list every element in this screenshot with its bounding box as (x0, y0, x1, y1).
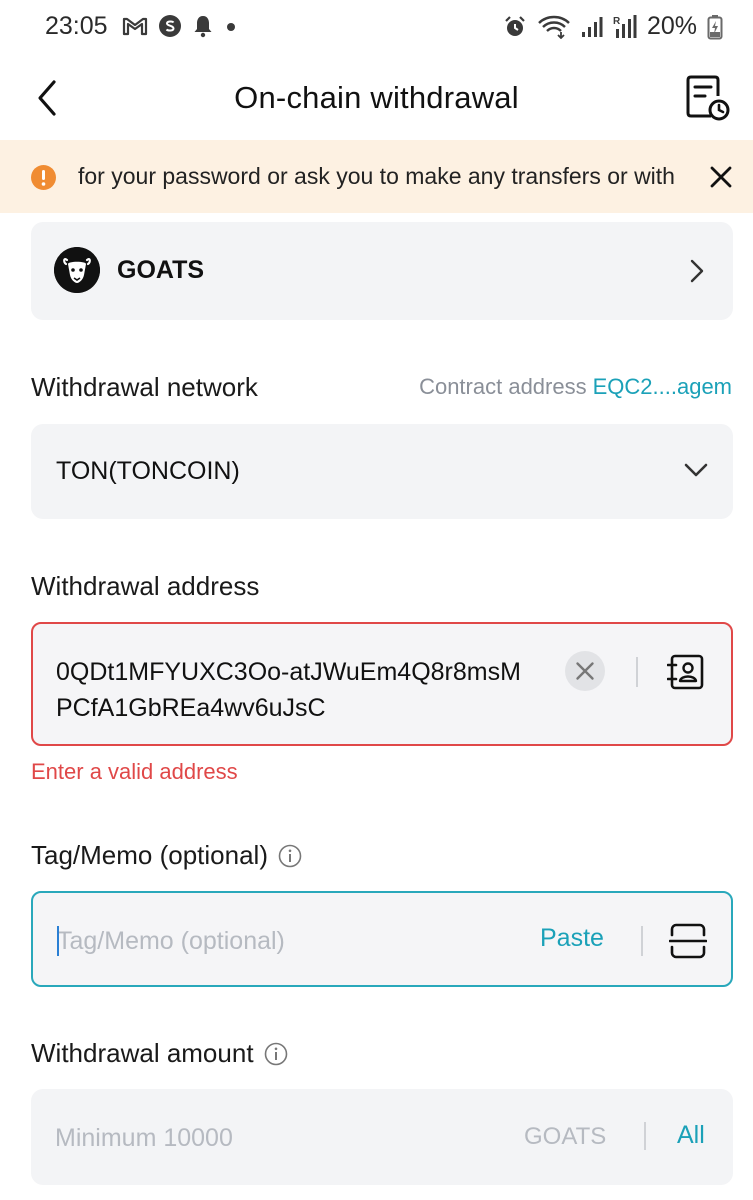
notification-bell-icon (194, 16, 212, 38)
address-divider (636, 657, 638, 687)
clear-address-button[interactable] (565, 651, 605, 691)
status-time: 23:05 (45, 12, 108, 40)
withdrawal-amount-field[interactable]: GOATS All (31, 1089, 733, 1185)
dot-icon (227, 23, 235, 31)
amount-unit: GOATS (524, 1123, 607, 1150)
status-right-icons: R 20% (503, 12, 723, 41)
contract-address: Contract address EQC2....agem (419, 374, 732, 400)
contract-address-link[interactable]: EQC2....agem (593, 374, 732, 399)
goat-logo-icon (54, 247, 100, 293)
info-icon[interactable] (264, 1042, 288, 1066)
text-cursor (57, 926, 59, 956)
status-left-icons (122, 14, 238, 38)
document-history-icon (686, 75, 730, 121)
network-select[interactable]: TON(TONCOIN) (31, 424, 733, 519)
chevron-down-icon (684, 463, 708, 477)
chevron-right-icon (690, 259, 704, 283)
address-book-button[interactable] (666, 652, 707, 692)
tag-memo-label-row: Tag/Memo (optional) (31, 840, 302, 871)
banner-text: for your password or ask you to make any… (78, 163, 675, 189)
tag-memo-field[interactable]: Paste (31, 891, 733, 987)
security-warning-banner: for your password or ask you to make any… (0, 140, 753, 213)
withdrawal-amount-label: Withdrawal amount (31, 1038, 254, 1068)
coin-selector[interactable]: GOATS (31, 222, 733, 320)
s-app-icon (159, 15, 181, 37)
network-selected-value: TON(TONCOIN) (56, 457, 240, 485)
close-icon (710, 166, 732, 188)
battery-percent: 20% (646, 12, 697, 40)
coin-name: GOATS (117, 256, 205, 284)
info-icon[interactable] (278, 844, 302, 868)
warning-icon (31, 165, 56, 190)
tag-memo-input[interactable] (57, 923, 497, 959)
banner-close-button[interactable] (707, 163, 735, 191)
scan-button[interactable] (668, 922, 708, 960)
svg-text:R: R (613, 16, 621, 27)
withdrawal-amount-label-row: Withdrawal amount (31, 1038, 288, 1069)
address-error-message: Enter a valid address (31, 759, 238, 784)
withdrawal-address-value[interactable]: 0QDt1MFYUXC3Oo-atJWuEm4Q8r8msMPCfA1GbREa… (56, 654, 536, 726)
withdrawal-amount-input[interactable] (55, 1120, 475, 1156)
amount-divider (644, 1122, 646, 1150)
withdrawal-history-button[interactable] (683, 72, 731, 122)
battery-charging-icon (707, 14, 723, 39)
paste-button[interactable]: Paste (540, 924, 604, 953)
withdrawal-network-label: Withdrawal network (31, 372, 258, 402)
clear-icon (576, 662, 594, 680)
tag-divider (641, 926, 643, 956)
app-header: On-chain withdrawal (0, 58, 753, 140)
signal-roaming-icon: R (613, 14, 637, 38)
contract-address-label: Contract address (419, 374, 587, 399)
withdraw-all-button[interactable]: All (677, 1121, 705, 1150)
withdrawal-address-label: Withdrawal address (31, 571, 260, 601)
alarm-icon (505, 15, 525, 36)
address-book-icon (666, 654, 704, 690)
signal-icon (581, 16, 603, 37)
page-title: On-chain withdrawal (234, 80, 519, 115)
wifi-icon (538, 15, 570, 39)
scan-icon (668, 923, 708, 959)
tag-memo-label: Tag/Memo (optional) (31, 840, 268, 870)
status-bar: 23:05 R 20% (0, 0, 753, 58)
withdrawal-address-field[interactable]: 0QDt1MFYUXC3Oo-atJWuEm4Q8r8msMPCfA1GbREa… (31, 622, 733, 746)
gmail-icon (122, 17, 148, 36)
